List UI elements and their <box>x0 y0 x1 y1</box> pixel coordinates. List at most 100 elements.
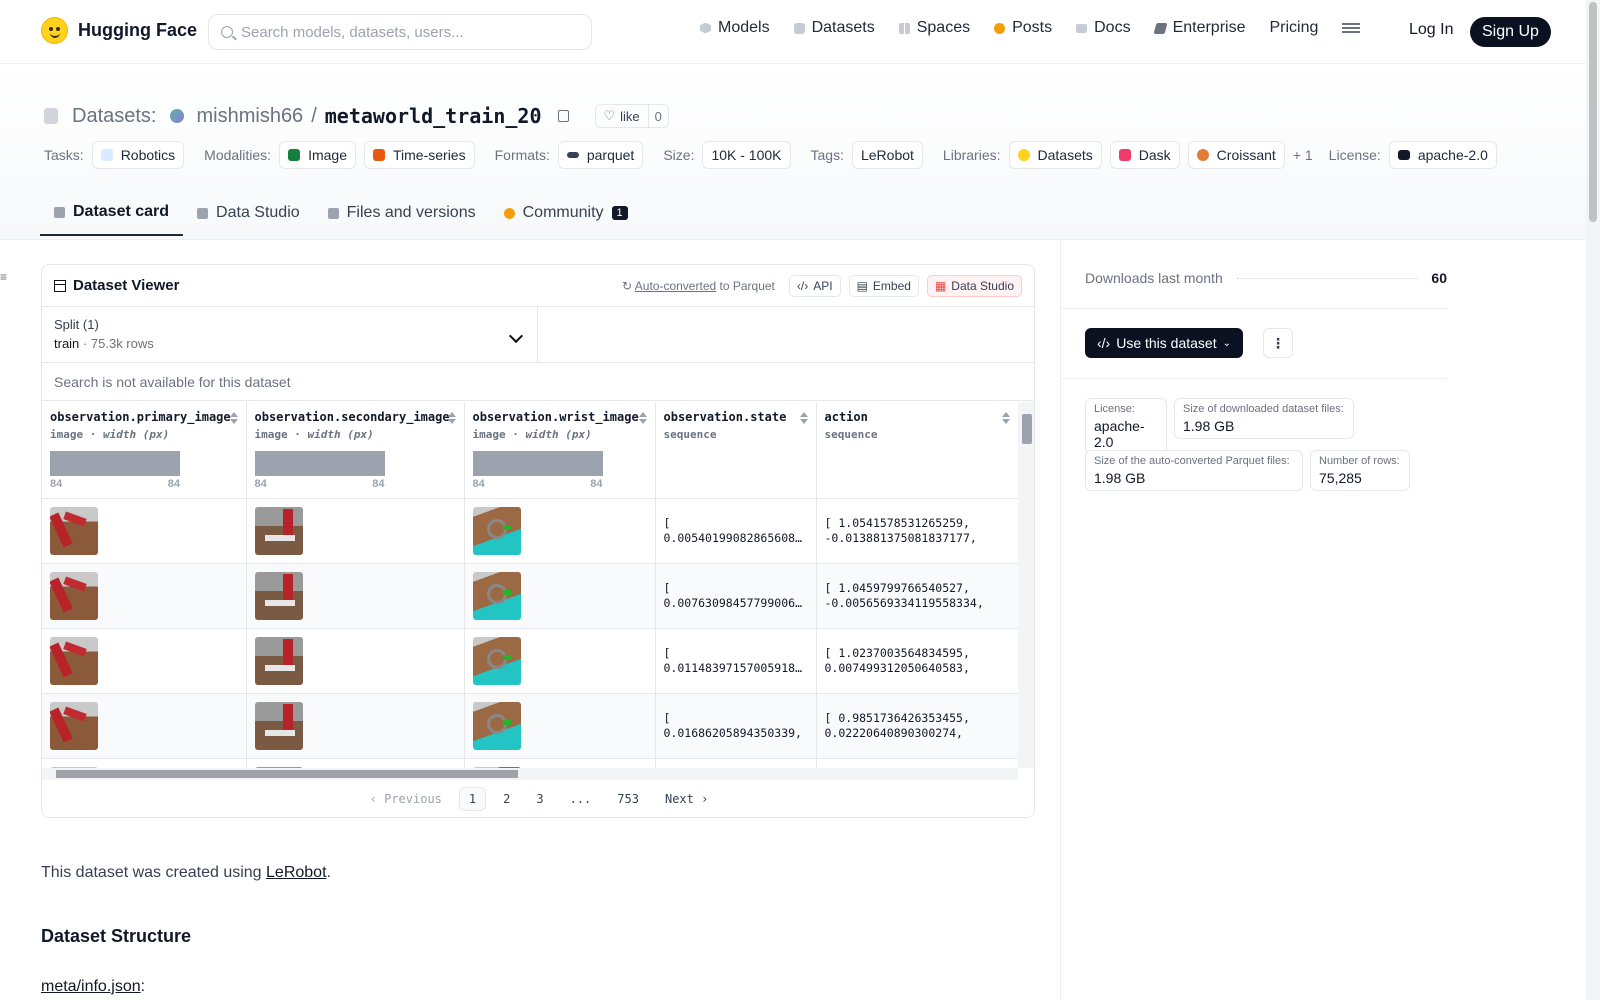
histogram[interactable] <box>254 451 385 476</box>
previous-page-button[interactable]: ‹ Previous <box>361 788 451 810</box>
viewer-search-unavailable: Search is not available for this dataset <box>42 363 1034 401</box>
login-link[interactable]: Log In <box>1409 21 1453 39</box>
nav-docs[interactable]: Docs <box>1076 19 1131 37</box>
secondary-image-thumbnail[interactable] <box>254 571 303 620</box>
tag-robotics[interactable]: Robotics <box>91 141 185 169</box>
column-header-wrist-image[interactable]: observation.wrist_image image · width (p… <box>464 402 656 499</box>
page-1[interactable]: 1 <box>458 787 487 811</box>
wrist-image-thumbnail[interactable] <box>472 506 521 555</box>
sort-icon[interactable] <box>229 412 238 424</box>
secondary-image-thumbnail[interactable] <box>254 636 303 685</box>
page-3[interactable]: 3 <box>527 788 552 810</box>
wrist-image-thumbnail[interactable] <box>472 636 521 685</box>
dataset-structure-heading: Dataset Structure <box>41 926 192 946</box>
tab-files-and-versions[interactable]: Files and versions <box>314 190 490 236</box>
sort-icon[interactable] <box>799 412 808 424</box>
horizontal-scrollbar[interactable] <box>42 768 1018 780</box>
dask-icon <box>1118 149 1131 161</box>
embed-button[interactable]: ▤ Embed <box>848 274 919 297</box>
primary-image-thumbnail[interactable] <box>50 571 98 620</box>
hf-icon <box>1017 149 1030 161</box>
auto-converted-note[interactable]: ↻ Auto-converted to Parquet <box>622 279 775 293</box>
repo-name[interactable]: metaworld_train_20 <box>325 104 542 128</box>
nav-datasets[interactable]: Datasets <box>793 19 875 37</box>
histogram[interactable] <box>50 451 180 476</box>
search-input[interactable] <box>241 23 561 41</box>
more-libraries[interactable]: + 1 <box>1293 147 1313 163</box>
sort-icon[interactable] <box>1001 412 1010 424</box>
primary-image-thumbnail[interactable] <box>50 636 98 685</box>
copy-icon[interactable] <box>557 110 569 122</box>
page-scrollbar[interactable] <box>1586 0 1600 1000</box>
tag-parquet[interactable]: parquet <box>557 141 644 169</box>
page-last[interactable]: 753 <box>608 788 648 810</box>
table-icon <box>197 207 209 219</box>
column-header-observation-state[interactable]: observation.state sequence <box>655 402 817 499</box>
tab-dataset-card[interactable]: Dataset card <box>40 190 184 236</box>
signup-button[interactable]: Sign Up <box>1470 17 1551 47</box>
page-2[interactable]: 2 <box>494 788 519 810</box>
table-row[interactable]: [0.01686205894350339, [ 0.98517364263534… <box>42 693 1018 759</box>
next-page-button[interactable]: Next › <box>656 788 717 810</box>
column-header-primary-image[interactable]: observation.primary_image image · width … <box>42 402 247 499</box>
like-button[interactable]: ♡ like 0 <box>594 104 669 128</box>
code-icon: ‹/› <box>796 278 809 293</box>
secondary-image-thumbnail[interactable] <box>254 701 303 750</box>
tag-time-series[interactable]: Time-series <box>364 141 475 169</box>
dataset-viewer: Dataset Viewer ↻ Auto-converted to Parqu… <box>41 264 1035 818</box>
table-icon: ▦ <box>934 278 947 293</box>
use-this-dataset-button[interactable]: ‹/› Use this dataset ⌄ <box>1085 328 1243 358</box>
column-header-secondary-image[interactable]: observation.secondary_image image · widt… <box>246 402 465 499</box>
nav-models[interactable]: Models <box>700 19 770 37</box>
nav-enterprise[interactable]: Enterprise <box>1153 19 1245 37</box>
api-button[interactable]: ‹/› API <box>788 274 841 297</box>
nav-posts[interactable]: Posts <box>994 19 1052 37</box>
lerobot-link[interactable]: LeRobot <box>266 864 327 881</box>
path-separator: / <box>311 104 317 127</box>
tag-lerobot[interactable]: LeRobot <box>851 141 923 169</box>
brand-logo[interactable]: Hugging Face <box>41 17 197 44</box>
primary-image-thumbnail[interactable] <box>50 506 98 555</box>
table-row[interactable]: [0.011483971570059181, [ 1.0237003564834… <box>42 628 1018 694</box>
section-label[interactable]: Datasets: <box>72 105 156 128</box>
nav-more-menu[interactable] <box>1342 23 1361 33</box>
owner-name[interactable]: mishmish66 <box>196 105 303 128</box>
nav-spaces[interactable]: Spaces <box>898 19 970 37</box>
histogram[interactable] <box>472 451 603 476</box>
wrist-image-thumbnail[interactable] <box>472 701 521 750</box>
owner-avatar[interactable] <box>170 109 185 123</box>
tag-image[interactable]: Image <box>279 141 356 169</box>
enterprise-icon <box>1153 22 1168 34</box>
tag-croissant[interactable]: Croissant <box>1187 141 1285 169</box>
tag-size[interactable]: 10K - 100K <box>702 141 791 169</box>
nav-pricing[interactable]: Pricing <box>1269 19 1318 37</box>
meta-info-link[interactable]: meta/info.json <box>41 978 141 995</box>
vertical-scrollbar[interactable] <box>1018 402 1034 768</box>
sort-icon[interactable] <box>638 412 647 424</box>
tab-data-studio[interactable]: Data Studio <box>183 190 314 236</box>
toc-toggle-icon[interactable]: ≡ <box>0 270 8 284</box>
tag-datasets-lib[interactable]: Datasets <box>1008 141 1102 169</box>
column-header-action[interactable]: action sequence <box>816 402 1018 499</box>
robotics-icon <box>100 149 113 161</box>
split-selector[interactable]: Split (1) train · 75.3k rows <box>42 307 538 362</box>
code-icon: ‹/› <box>1097 335 1111 351</box>
primary-image-thumbnail[interactable] <box>50 701 98 750</box>
menu-icon <box>1342 23 1361 33</box>
download-size-stat: Size of downloaded dataset files: 1.98 GB <box>1174 398 1354 439</box>
global-search[interactable] <box>208 14 592 50</box>
table-row[interactable]: [0.007630984577990062, [ 1.0459799766540… <box>42 563 1018 629</box>
table-row[interactable]: [0.005401990828656084, [ 1.0541578531265… <box>42 498 1018 564</box>
rows-stat: Number of rows: 75,285 <box>1310 450 1410 491</box>
wrist-image-thumbnail[interactable] <box>472 571 521 620</box>
data-studio-button[interactable]: ▦ Data Studio <box>926 274 1022 297</box>
secondary-image-thumbnail[interactable] <box>254 506 303 555</box>
parquet-icon <box>566 152 579 158</box>
tag-license[interactable]: apache-2.0 <box>1388 141 1497 169</box>
sort-icon[interactable] <box>447 412 456 424</box>
table-row[interactable] <box>42 758 1018 768</box>
more-options-button[interactable]: ⋮ <box>1263 328 1293 358</box>
page-ellipsis: ... <box>569 792 592 806</box>
tab-community[interactable]: Community 1 <box>490 190 642 236</box>
tag-dask[interactable]: Dask <box>1109 141 1180 169</box>
